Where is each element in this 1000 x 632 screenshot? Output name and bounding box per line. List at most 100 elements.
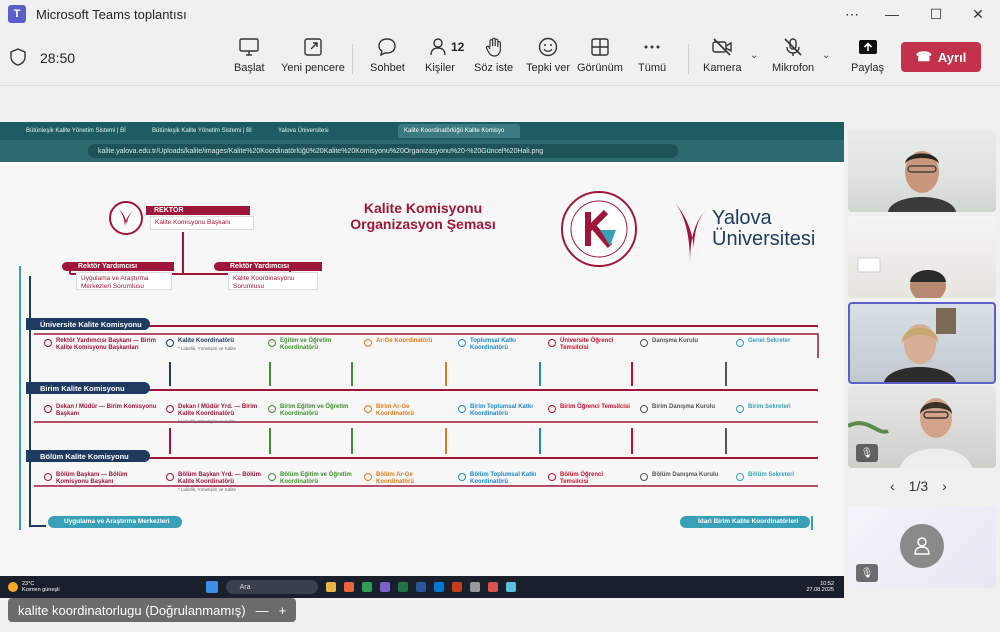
rektor-emblem — [109, 201, 143, 235]
new-window-button[interactable]: Yeni pencere — [281, 36, 345, 74]
react-button[interactable]: Tepki ver — [526, 36, 570, 74]
org-node-label: Bölüm Eğitim ve Öğretim Koordinatörü — [280, 472, 352, 485]
microphone-options-chevron-icon[interactable]: ⌄ — [822, 50, 830, 61]
org-node-label: Birim Ar-Ge Koordinatörü — [376, 404, 414, 417]
new-window-icon — [304, 38, 322, 56]
org-node-label: Bölüm Sekreteri — [748, 472, 795, 478]
participant-video-tile-active[interactable] — [848, 302, 996, 384]
browser-tab[interactable]: Bütünleşik Kalite Yönetim Sistemi | Bİ — [146, 124, 268, 138]
camera-button[interactable]: Kamera — [703, 36, 742, 74]
weather-desc: Kısmen güneşli — [22, 587, 60, 593]
node-bullet-icon — [268, 339, 276, 347]
presenter-label[interactable]: kalite koordinatorlugu (Doğrulanmamış) —… — [8, 598, 297, 622]
org-node-label: Birim Toplumsal Katkı Koordinatörü — [470, 404, 533, 417]
teams-taskbar-icon[interactable] — [379, 582, 390, 592]
footer-right-label: İdari Birim Kalite Koordinatörleri — [680, 516, 810, 528]
chevron-right-icon[interactable]: › — [942, 478, 947, 494]
org-node: Dekan / Müdür Yrd. — Birim Kalite Koordi… — [166, 404, 262, 425]
people-button[interactable]: 12 Kişiler — [425, 36, 464, 74]
org-node-label: Bölüm Öğrenci Temsilcisi — [560, 472, 604, 485]
more-options-icon[interactable]: ⋯ — [830, 0, 874, 28]
node-bullet-icon — [548, 405, 556, 413]
powerpoint-icon[interactable] — [451, 582, 462, 592]
node-bullet-icon — [548, 473, 556, 481]
org-node: Üniversite Öğrenci Temsilcisi — [548, 338, 632, 352]
node-bullet-icon — [166, 473, 174, 481]
rector-assistant-2-label: Rektör Yardımcısı — [214, 262, 322, 271]
browser-toolbar: kalite.yalova.edu.tr/Uploads/kalite/imag… — [0, 140, 844, 162]
share-button[interactable]: Paylaş — [851, 36, 884, 74]
row-title-department: Bölüm Kalite Komisyonu — [26, 450, 150, 462]
org-node-label: Danışma Kurulu — [652, 338, 699, 344]
view-button[interactable]: Görünüm — [577, 36, 623, 74]
grid-icon — [591, 38, 609, 56]
more-button[interactable]: Tümü — [638, 36, 666, 74]
chat-button[interactable]: Sohbet — [370, 36, 405, 74]
meeting-toolbar: 28:50 Başlat Yeni pencere Sohbet 12 Kişi… — [0, 28, 1000, 86]
browser-tab-strip: Bütünleşik Kalite Yönetim Sistemi | Bİ B… — [0, 122, 844, 140]
raise-hand-icon — [485, 37, 501, 57]
node-bullet-icon — [640, 339, 648, 347]
org-node-label: Birim Sekreteri — [748, 404, 791, 410]
windows-start-icon[interactable] — [205, 581, 218, 593]
smiley-icon — [538, 37, 558, 57]
org-node: Kalite Koordinatörü * Liderlik, Yönetişim… — [166, 338, 262, 352]
window-title: Microsoft Teams toplantısı — [36, 6, 187, 22]
minus-icon[interactable]: — — [256, 603, 269, 618]
firefox-icon[interactable] — [343, 582, 354, 592]
org-node-label: Bölüm Toplumsal Katkı Koordinatörü — [470, 472, 537, 485]
close-button[interactable]: ✕ — [956, 0, 1000, 28]
shared-screen: Bütünleşik Kalite Yönetim Sistemi | Bİ B… — [0, 122, 844, 598]
participant-video-tile[interactable] — [848, 216, 996, 298]
org-node-label: Ar-Ge Koordinatörü — [376, 338, 433, 344]
word-icon[interactable] — [415, 582, 426, 592]
excel-icon[interactable] — [397, 582, 408, 592]
chrome-icon[interactable] — [361, 582, 372, 592]
app-icon[interactable] — [487, 582, 498, 592]
browser-tab[interactable]: Yalova Üniversitesi — [272, 124, 394, 138]
org-chart-image: Kalite Komisyonu Organizasyon Şeması Yal… — [0, 166, 844, 578]
university-name: Yalova Üniversitesi — [712, 207, 816, 250]
app-icon[interactable] — [469, 582, 480, 592]
org-node: Toplumsal Katkı Koordinatörü — [458, 338, 542, 352]
quality-commission-logo — [561, 191, 637, 267]
org-node: Bölüm Ar-Ge Koordinatörü — [364, 472, 448, 486]
participant-video-tile[interactable] — [848, 130, 996, 212]
org-node-label: Bölüm Başkan Yrd. — Bölüm Kalite Koordin… — [178, 472, 261, 485]
participant-video-tile[interactable]: 🎙 — [848, 386, 996, 468]
org-node: Ar-Ge Koordinatörü — [364, 338, 448, 347]
browser-tab-active[interactable]: Kalite Koordinatörlüğü Kalite Komisyo — [398, 124, 520, 138]
participant-video — [884, 308, 956, 382]
org-node-label: Toplumsal Katkı Koordinatörü — [470, 338, 516, 351]
plus-icon[interactable]: + — [279, 603, 287, 618]
org-node: Birim Danışma Kurulu — [640, 404, 724, 413]
vscode-icon[interactable] — [433, 582, 444, 592]
avatar — [900, 524, 944, 568]
address-bar[interactable]: kalite.yalova.edu.tr/Uploads/kalite/imag… — [88, 144, 678, 158]
org-node: Bölüm Danışma Kurulu — [640, 472, 724, 481]
node-bullet-icon — [736, 405, 744, 413]
leave-button[interactable]: ☎ Ayrıl — [901, 42, 981, 72]
participant-video — [857, 257, 946, 298]
microphone-button[interactable]: Mikrofon — [772, 36, 814, 74]
maximize-button[interactable]: ☐ — [914, 0, 958, 28]
org-node: Dekan / Müdür — Birim Komisyonu Başkanı — [44, 404, 160, 418]
node-bullet-icon — [166, 405, 174, 413]
browser-tab[interactable]: Bütünleşik Kalite Yönetim Sistemi | Bİ — [20, 124, 142, 138]
rector-assistant-2-subtitle: Kalite Koordinasyonu Sorumlusu — [228, 272, 318, 290]
taskbar-search[interactable]: Ara — [225, 580, 318, 594]
footer-left-label: Uygulama ve Araştırma Merkezleri — [48, 516, 182, 528]
node-bullet-icon — [364, 473, 372, 481]
camera-options-chevron-icon[interactable]: ⌄ — [750, 50, 758, 61]
org-node: Bölüm Öğrenci Temsilcisi — [548, 472, 632, 486]
org-node-label: Dekan / Müdür — Birim Komisyonu Başkanı — [56, 404, 157, 417]
taskbar-date: 27.08.2025 — [806, 587, 834, 593]
node-bullet-icon — [640, 473, 648, 481]
chevron-left-icon[interactable]: ‹ — [890, 478, 895, 494]
file-explorer-icon[interactable] — [325, 582, 336, 592]
app-icon[interactable] — [505, 582, 516, 592]
raise-hand-button[interactable]: Söz iste — [474, 36, 513, 74]
start-share-button[interactable]: Başlat — [234, 36, 265, 74]
participant-avatar-tile[interactable]: 🎙 — [848, 506, 996, 588]
minimize-button[interactable]: — — [870, 0, 914, 28]
